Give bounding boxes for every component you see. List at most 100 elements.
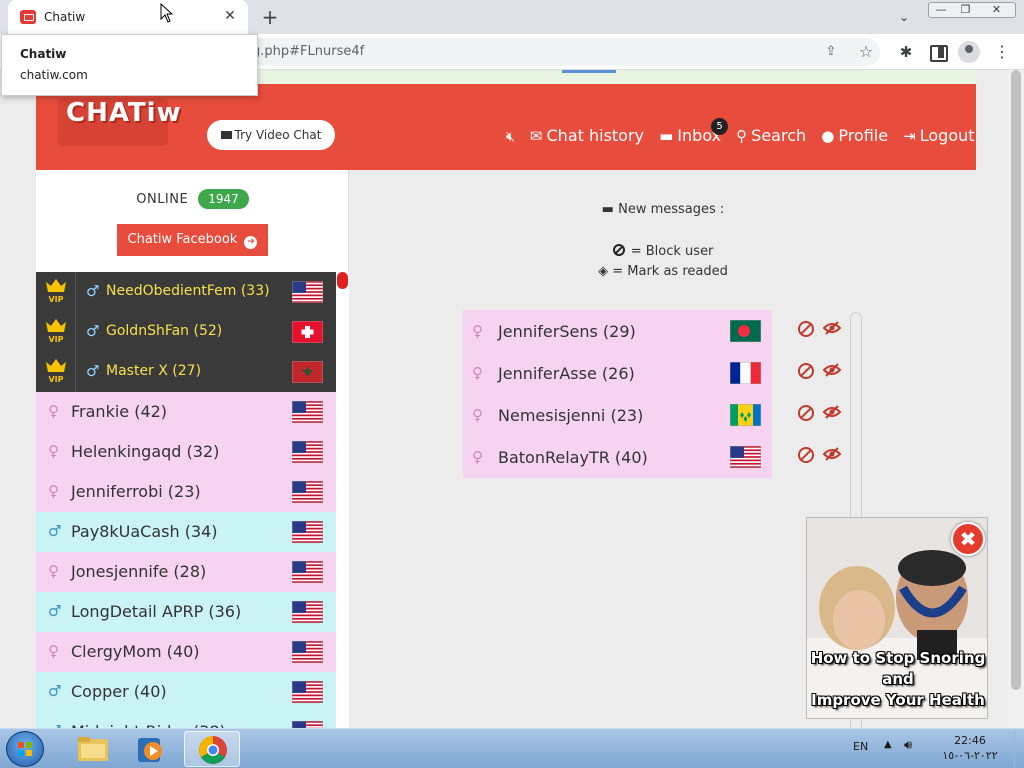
male-icon: ♂	[48, 602, 62, 620]
user-list-item[interactable]: ♀ Helenkingaqd (32)	[36, 432, 336, 472]
taskbar-media-player[interactable]	[122, 731, 178, 767]
female-icon: ♀	[472, 448, 483, 466]
page-scrollbar[interactable]	[1008, 70, 1024, 728]
header-nav: 🔇︎ ✉ Chat history ▬ Inbox 5 ⚲ Search ● Profil…	[506, 118, 985, 148]
user-name: LongDetail APRP (36)	[71, 602, 242, 621]
show-desktop-button[interactable]	[1014, 729, 1024, 768]
video-button-label: Try Video Chat	[234, 128, 322, 142]
message-item[interactable]: ♀ BatonRelayTR (40)	[463, 436, 841, 478]
mark-read-eye-slash-icon[interactable]	[823, 363, 841, 377]
mark-read-eye-slash-icon[interactable]	[823, 405, 841, 419]
new-messages-label: New messages :	[618, 202, 725, 217]
new-tab-button[interactable]: +	[258, 6, 282, 28]
message-item[interactable]: ♀ JenniferAsse (26)	[463, 352, 841, 394]
user-list-item[interactable]: ♀ ClergyMom (40)	[36, 632, 336, 672]
site-header: CHATiw Try Video Chat 🔇︎ ✉ Chat history ▬…	[36, 84, 976, 170]
window-close-button[interactable]: ✕	[978, 2, 1016, 18]
user-name: Helenkingaqd (32)	[71, 442, 220, 461]
chatiw-logo[interactable]: CHATiw	[66, 98, 182, 128]
flag-us-icon	[292, 441, 323, 463]
start-button[interactable]	[6, 731, 44, 767]
user-icon: ●	[821, 127, 835, 145]
mute-sound-icon[interactable]: 🔇︎	[506, 129, 515, 145]
mouse-cursor-icon	[160, 3, 174, 23]
nav-logout[interactable]: ⇥ Logout	[903, 126, 974, 145]
clock[interactable]: 22:46 ٢٠٢٢-٠٦-١٥	[940, 733, 1000, 763]
female-icon: ♀	[48, 402, 59, 420]
page-scroll-thumb[interactable]	[1011, 70, 1021, 690]
language-indicator[interactable]: EN	[853, 740, 868, 753]
flag-us-icon	[292, 281, 323, 303]
user-name: NeedObedientFem (33)	[106, 283, 270, 299]
bookmark-star-icon[interactable]: ☆	[857, 42, 875, 61]
volume-icon[interactable]: 🔊︎	[904, 738, 912, 753]
user-list-item[interactable]: ♂Midnight Rider (38)	[36, 712, 336, 728]
user-list-item[interactable]: ♂ LongDetail APRP (36)	[36, 592, 336, 632]
user-list-item[interactable]: ♀ Jonesjennife (28)	[36, 552, 336, 592]
message-item[interactable]: ♀ JenniferSens (29)	[463, 310, 841, 352]
chrome-icon	[199, 736, 227, 764]
folder-icon	[78, 737, 108, 761]
facebook-button-label: Chatiw Facebook	[127, 232, 238, 247]
tab-hover-card: Chatiw chatiw.com	[1, 34, 258, 96]
vip-label: VIP	[48, 295, 64, 304]
online-label: ONLINE	[136, 192, 189, 207]
mark-read-eye-slash-icon[interactable]	[823, 447, 841, 461]
message-item[interactable]: ♀ Nemesisjenni (23)	[463, 394, 841, 436]
female-icon: ♀	[48, 642, 59, 660]
vip-label: VIP	[48, 335, 64, 344]
online-count-badge: 1947	[198, 189, 249, 209]
address-bar-url[interactable]: g.php#FLnurse4f	[252, 44, 364, 59]
window-minimize-button[interactable]: —	[928, 2, 954, 18]
user-list-item[interactable]: ♂ Copper (40)	[36, 672, 336, 712]
clock-date: ٢٠٢٢-٠٦-١٥	[942, 749, 998, 762]
search-icon: ⚲	[736, 127, 748, 145]
user-list-scrollbar[interactable]	[336, 272, 349, 728]
block-user-icon[interactable]	[798, 447, 814, 463]
tab-close-icon[interactable]: ✕	[222, 8, 238, 24]
nav-label: Logout	[919, 126, 975, 145]
flag-us-icon	[292, 401, 323, 423]
flag-us-icon	[730, 446, 761, 468]
show-hidden-icons-icon[interactable]: ▲	[884, 739, 892, 750]
taskbar-file-explorer[interactable]	[64, 731, 120, 767]
flag-us-icon	[292, 481, 323, 503]
extensions-puzzle-icon[interactable]: ✱	[896, 42, 916, 62]
nav-inbox[interactable]: ▬ Inbox 5	[659, 118, 729, 145]
block-user-icon[interactable]	[798, 363, 814, 379]
user-list-item[interactable]: VIP ♂ NeedObedientFem (33)	[36, 272, 336, 312]
user-list-item[interactable]: ♀ Frankie (42)	[36, 392, 336, 432]
nav-chat-history[interactable]: ✉ Chat history	[530, 126, 644, 145]
nav-profile[interactable]: ● Profile	[821, 126, 888, 145]
browser-tab[interactable]: Chatiw ✕	[8, 0, 248, 34]
block-user-icon[interactable]	[798, 321, 814, 337]
tab-search-chevron-icon[interactable]: ⌄	[894, 7, 914, 27]
user-list-item[interactable]: ♀ Jenniferrobi (23)	[36, 472, 336, 512]
snoring-ad[interactable]: ✖ How to Stop Snoring and Improve Your H…	[806, 517, 988, 719]
user-name: ClergyMom (40)	[71, 642, 200, 661]
browser-menu-icon[interactable]: ⋮	[992, 42, 1012, 62]
female-icon: ♀	[48, 562, 59, 580]
try-video-chat-button[interactable]: Try Video Chat	[207, 120, 335, 150]
taskbar-chrome[interactable]	[184, 731, 240, 767]
user-list-item[interactable]: ♂ Pay8kUaCash (34)	[36, 512, 336, 552]
share-icon[interactable]: ⇪	[823, 44, 839, 60]
mark-read-eye-slash-icon[interactable]	[823, 321, 841, 335]
user-list-item[interactable]: VIP ♂ Master X (27)	[36, 352, 336, 392]
new-messages-heading: ▬ New messages :	[350, 202, 976, 217]
message-sender: Nemesisjenni (23)	[498, 406, 644, 425]
chatiw-facebook-button[interactable]: Chatiw Facebook ➔	[117, 224, 268, 256]
side-panel-icon[interactable]	[927, 42, 948, 62]
user-list-item[interactable]: VIP ♂ GoldnShFan (52)	[36, 312, 336, 352]
nav-search[interactable]: ⚲ Search	[736, 126, 806, 145]
user-list-scroll-thumb[interactable]	[337, 272, 348, 289]
flag-us-icon	[292, 561, 323, 583]
block-user-icon[interactable]	[798, 405, 814, 421]
profile-avatar-icon[interactable]	[958, 41, 980, 63]
ad-close-button[interactable]: ✖	[951, 522, 985, 556]
logout-icon: ⇥	[903, 127, 916, 145]
legend-block-row: = Block user	[350, 242, 976, 262]
video-camera-icon	[220, 131, 232, 139]
ad-caption: How to Stop Snoring and Improve Your Hea…	[807, 648, 987, 711]
window-restore-button[interactable]: ❐	[953, 2, 979, 18]
